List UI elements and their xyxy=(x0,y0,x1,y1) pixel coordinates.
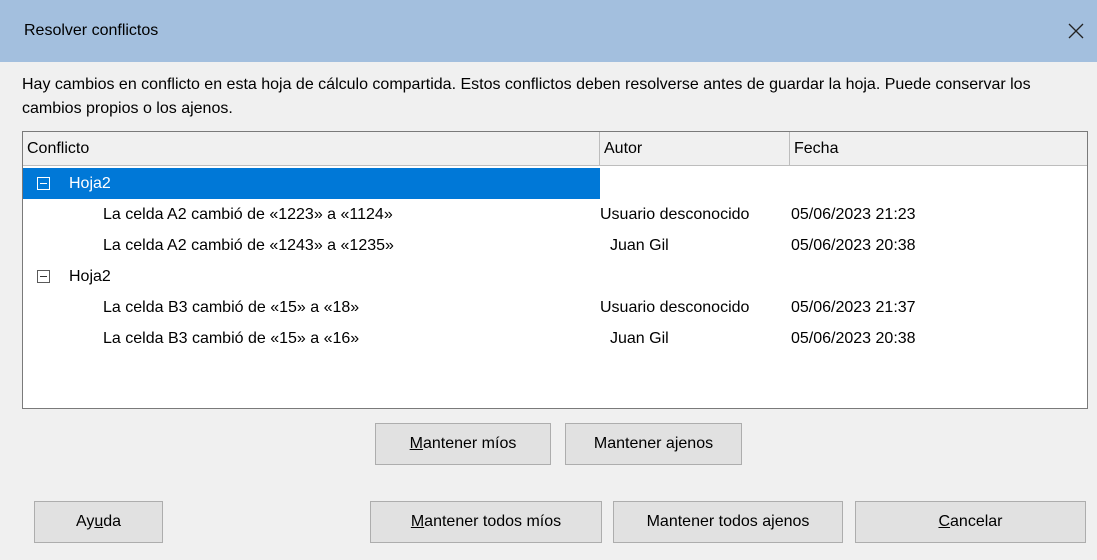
title-bar: Resolver conflictos xyxy=(0,0,1097,62)
group-row-2[interactable]: Hoja2 xyxy=(23,261,1087,292)
column-header-date[interactable]: Fecha xyxy=(790,132,1087,165)
group-row-1[interactable]: Hoja2 xyxy=(23,168,1087,199)
mnemonic-char: M xyxy=(409,435,423,452)
author-cell: Usuario desconocido xyxy=(600,299,750,316)
mnemonic-char: u xyxy=(94,513,104,530)
group-name: Hoja2 xyxy=(69,268,111,285)
collapse-icon[interactable] xyxy=(37,270,50,283)
conflict-cell: La celda A2 cambió de «1243» a «1235» xyxy=(103,237,394,254)
button-label: Mantener todos a xyxy=(646,513,772,530)
keep-all-others-button[interactable]: Mantener todos a j enos xyxy=(613,501,843,543)
group-label[interactable]: Hoja2 xyxy=(23,261,600,292)
table-row[interactable]: La celda A2 cambió de «1243» a «1235» Ju… xyxy=(23,230,1087,261)
button-label: enos xyxy=(774,513,810,530)
column-header-author[interactable]: Autor xyxy=(600,132,790,165)
cancel-button[interactable]: Cancelar xyxy=(855,501,1086,543)
close-icon xyxy=(1068,23,1084,39)
button-label: da xyxy=(103,513,122,530)
author-cell: Juan Gil xyxy=(610,237,669,254)
date-cell: 05/06/2023 21:23 xyxy=(791,206,916,223)
button-label: ancelar xyxy=(950,513,1003,530)
close-button[interactable] xyxy=(1061,14,1091,48)
table-row[interactable]: La celda A2 cambió de «1223» a «1124» Us… xyxy=(23,199,1087,230)
author-cell: Usuario desconocido xyxy=(600,206,750,223)
keep-all-mine-button[interactable]: Mantener todos míos xyxy=(370,501,602,543)
button-label: antener todos míos xyxy=(424,513,562,530)
collapse-icon[interactable] xyxy=(37,177,50,190)
table-row[interactable]: La celda B3 cambió de «15» a «18» Usuari… xyxy=(23,292,1087,323)
button-label: Ay xyxy=(75,513,95,530)
group-name: Hoja2 xyxy=(69,175,111,192)
group-label-selected[interactable]: Hoja2 xyxy=(23,168,600,199)
conflict-cell: La celda A2 cambió de «1223» a «1124» xyxy=(103,206,393,223)
button-label: enos xyxy=(678,435,714,452)
button-label: antener míos xyxy=(422,435,517,452)
help-button[interactable]: Ay u da xyxy=(34,501,163,543)
conflict-cell: La celda B3 cambió de «15» a «18» xyxy=(103,299,360,316)
mnemonic-char: C xyxy=(938,513,951,530)
conflicts-table: Conflicto Autor Fecha Hoja2 La celda A2 … xyxy=(22,131,1088,409)
column-header-conflict[interactable]: Conflicto xyxy=(23,132,600,165)
table-header: Conflicto Autor Fecha xyxy=(23,132,1087,166)
table-row[interactable]: La celda B3 cambió de «15» a «16» Juan G… xyxy=(23,323,1087,354)
mnemonic-char: M xyxy=(410,513,425,530)
dialog-description: Hay cambios en conflicto en esta hoja de… xyxy=(22,76,1031,117)
conflict-cell: La celda B3 cambió de «15» a «16» xyxy=(103,330,360,347)
keep-mine-button[interactable]: Mantener míos xyxy=(375,423,551,465)
keep-others-button[interactable]: Mantener a j enos xyxy=(565,423,742,465)
button-label: Mantener a xyxy=(593,435,675,452)
date-cell: 05/06/2023 20:38 xyxy=(791,237,916,254)
date-cell: 05/06/2023 21:37 xyxy=(791,299,916,316)
date-cell: 05/06/2023 20:38 xyxy=(791,330,916,347)
dialog-title: Resolver conflictos xyxy=(24,22,159,39)
author-cell: Juan Gil xyxy=(610,330,669,347)
